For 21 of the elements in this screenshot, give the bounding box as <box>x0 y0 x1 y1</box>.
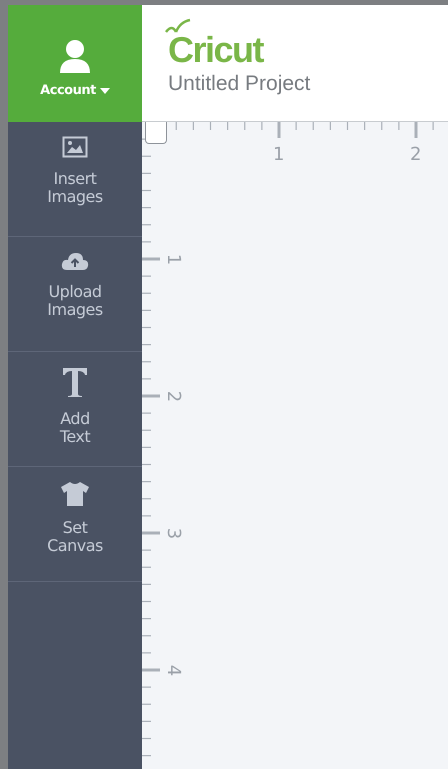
user-icon <box>58 39 92 75</box>
sidebar-item-label: Insert Images <box>47 170 103 206</box>
shirt-icon <box>60 481 90 507</box>
image-icon <box>62 136 88 158</box>
sidebar-item-label: Set Canvas <box>47 519 103 554</box>
ruler-number: 2 <box>410 144 422 165</box>
cloud-upload-icon <box>61 251 89 271</box>
sidebar-item-label: Add Text <box>60 410 90 446</box>
project-title: Untitled Project <box>168 72 312 96</box>
sidebar-item-label: Upload Images <box>47 283 103 318</box>
logo: Cricut <box>168 29 264 70</box>
account-menu[interactable]: Account <box>8 5 142 122</box>
account-label: Account <box>40 83 96 98</box>
ruler-number: 4 <box>163 664 184 676</box>
text-icon <box>61 366 89 398</box>
caret-icon <box>100 88 110 94</box>
ruler-number: 1 <box>163 254 184 266</box>
ruler-number: 3 <box>163 528 184 540</box>
ruler-number: 2 <box>163 390 184 402</box>
ruler-number: 1 <box>273 144 284 165</box>
ruler-corner-handle[interactable] <box>145 122 167 144</box>
